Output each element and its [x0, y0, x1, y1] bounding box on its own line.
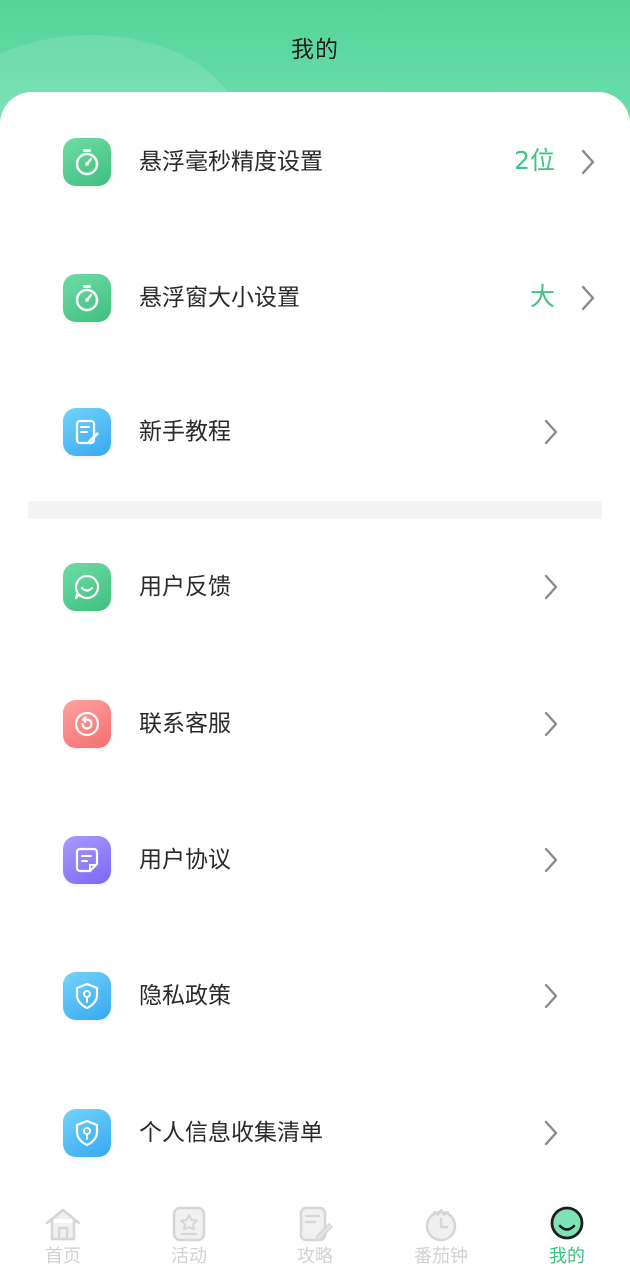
tab-label: 番茄钟 [414, 1246, 468, 1267]
settings-row-value: 2位 [514, 146, 555, 175]
page-title: 我的 [291, 37, 339, 63]
chevron-right-icon [544, 419, 558, 445]
service-row-label: 隐私政策 [139, 983, 231, 1009]
settings-row-label: 悬浮毫秒精度设置 [139, 149, 323, 175]
settings-row-tutorial[interactable]: 新手教程 [0, 382, 630, 482]
star-card-icon [172, 1206, 206, 1242]
chevron-right-icon [544, 711, 558, 737]
chat-bubble-icon [63, 563, 111, 611]
bottom-tab-bar: 首页 活动 攻略 番茄钟 我的 [0, 1190, 630, 1280]
tab-label: 活动 [171, 1246, 207, 1267]
section-divider [28, 501, 602, 519]
settings-row-value: 大 [529, 282, 555, 311]
service-row-contact[interactable]: 联系客服 [0, 674, 630, 774]
headset-icon [63, 700, 111, 748]
tab-label: 首页 [45, 1246, 81, 1267]
stopwatch-icon [63, 138, 111, 186]
stopwatch-icon [63, 274, 111, 322]
settings-row-window-size[interactable]: 悬浮窗大小设置 大 [0, 248, 630, 348]
service-row-label: 个人信息收集清单 [139, 1120, 323, 1146]
service-row-privacy-policy[interactable]: 隐私政策 [0, 946, 630, 1046]
settings-row-ms-precision[interactable]: 悬浮毫秒精度设置 2位 [0, 112, 630, 212]
tab-home[interactable]: 首页 [0, 1190, 126, 1280]
edit-note-icon [63, 408, 111, 456]
tab-label: 我的 [549, 1246, 585, 1267]
shield-key-icon [63, 972, 111, 1020]
chevron-right-icon [544, 983, 558, 1009]
home-icon [45, 1208, 81, 1241]
settings-row-label: 新手教程 [139, 419, 231, 445]
service-row-label: 联系客服 [139, 711, 231, 737]
tomato-clock-icon [425, 1208, 457, 1242]
service-row-user-agreement[interactable]: 用户协议 [0, 810, 630, 910]
chevron-right-icon [581, 149, 595, 175]
tab-activity[interactable]: 活动 [126, 1190, 252, 1280]
settings-row-label: 悬浮窗大小设置 [139, 285, 300, 311]
tab-mine[interactable]: 我的 [504, 1190, 630, 1280]
smile-face-icon [550, 1206, 584, 1240]
chevron-right-icon [544, 847, 558, 873]
chevron-right-icon [544, 574, 558, 600]
chevron-right-icon [544, 1120, 558, 1146]
document-icon [63, 836, 111, 884]
service-row-feedback[interactable]: 用户反馈 [0, 537, 630, 637]
chevron-right-icon [581, 285, 595, 311]
tab-label: 攻略 [297, 1246, 333, 1267]
service-row-label: 用户协议 [139, 847, 231, 873]
service-row-label: 用户反馈 [139, 574, 231, 600]
service-row-personal-info-list[interactable]: 个人信息收集清单 [0, 1083, 630, 1183]
tab-guide[interactable]: 攻略 [252, 1190, 378, 1280]
shield-key-icon [63, 1109, 111, 1157]
tab-pomodoro[interactable]: 番茄钟 [378, 1190, 504, 1280]
guide-icon [299, 1206, 334, 1242]
